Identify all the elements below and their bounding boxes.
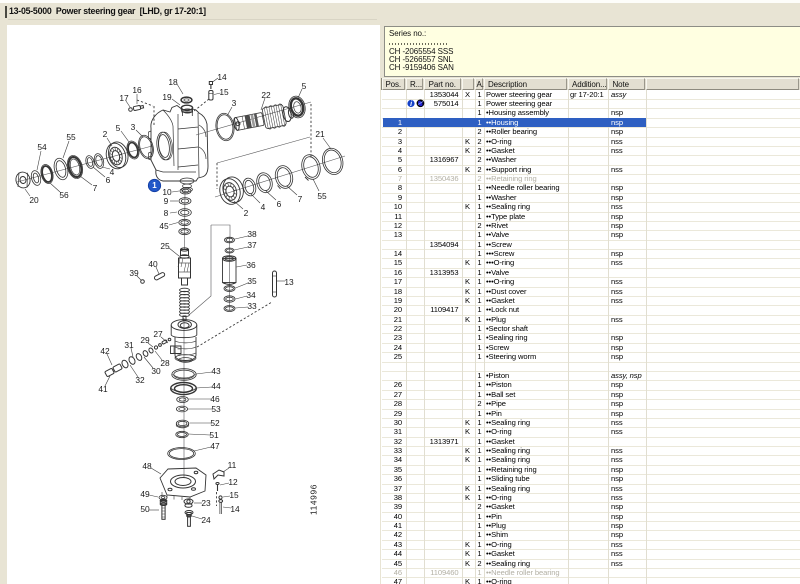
- svg-text:14: 14: [217, 72, 227, 82]
- svg-text:18: 18: [168, 77, 178, 87]
